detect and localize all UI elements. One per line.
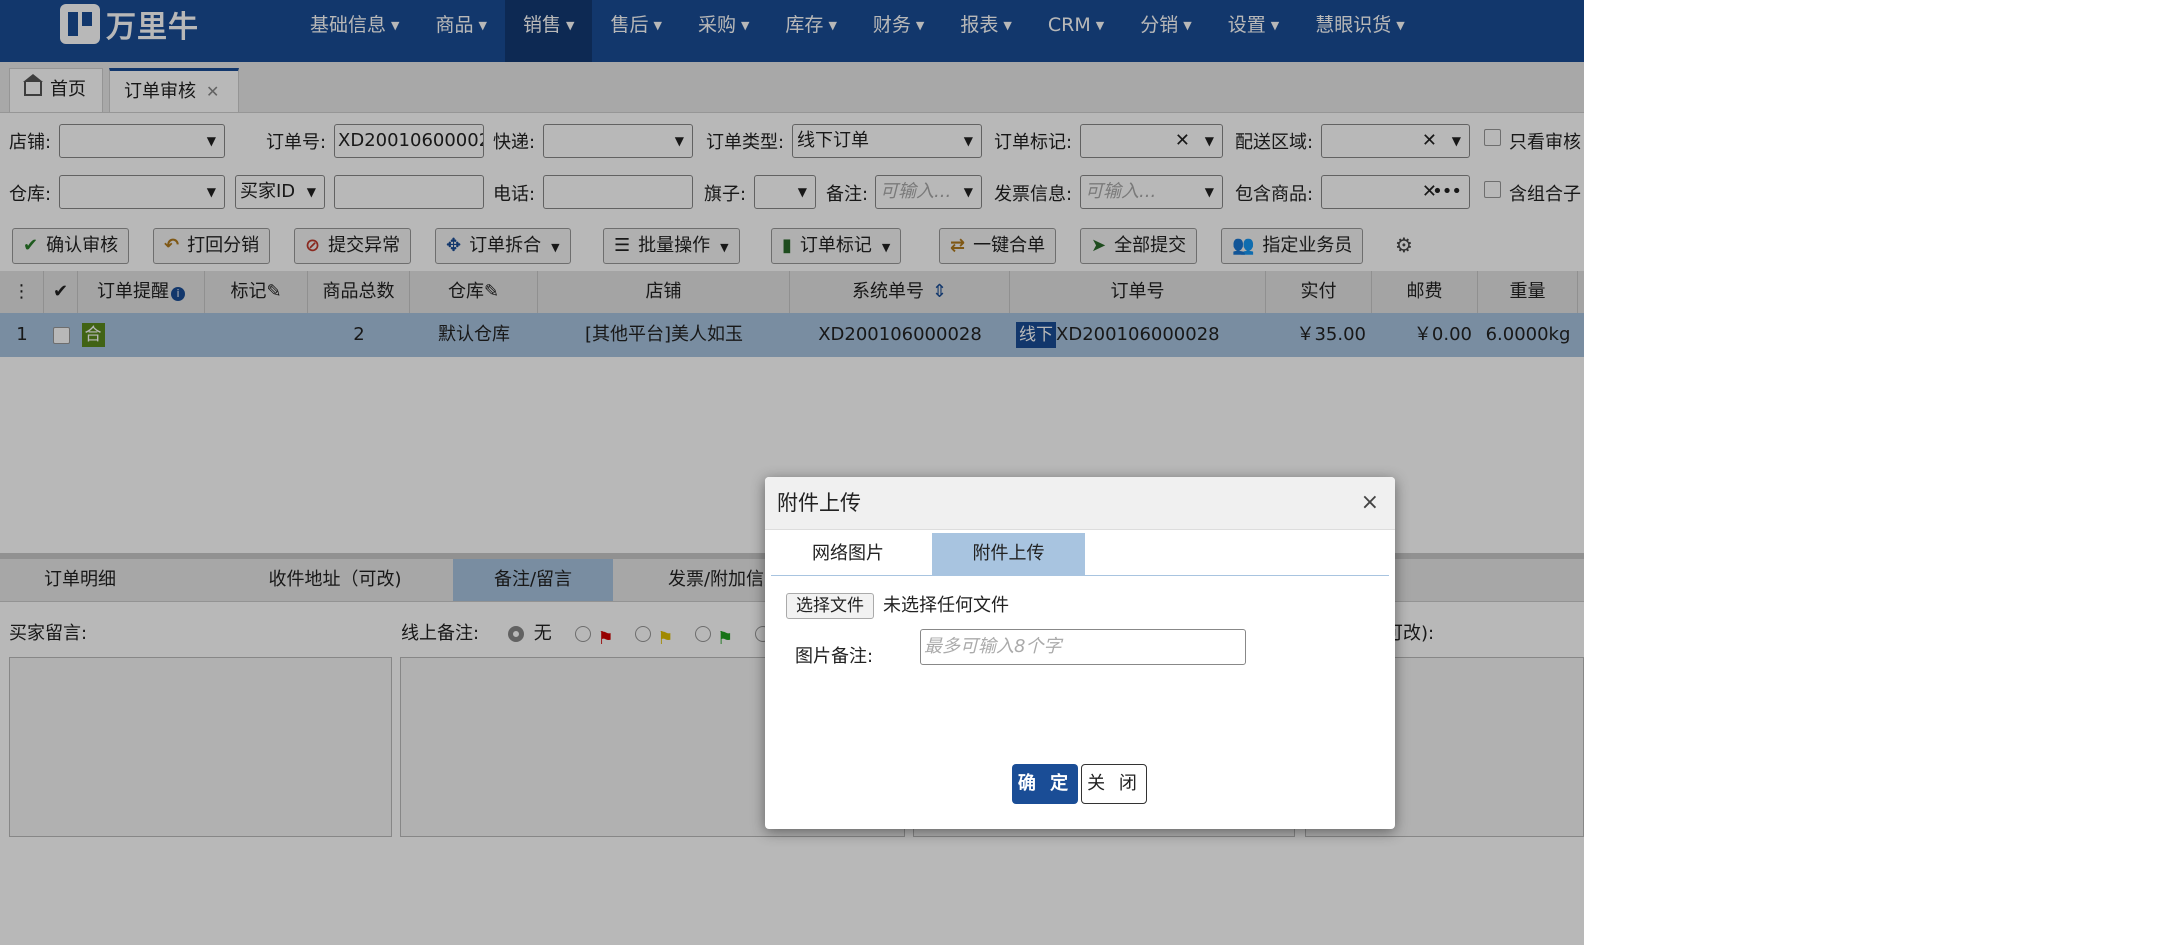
close-button[interactable]: 关 闭 <box>1081 764 1147 804</box>
tab-network-image[interactable]: 网络图片 <box>771 533 925 575</box>
no-file-text: 未选择任何文件 <box>883 595 1009 616</box>
tab-attachment-upload[interactable]: 附件上传 <box>932 533 1085 575</box>
dialog-title: 附件上传 <box>777 491 861 515</box>
image-remark-label: 图片备注: <box>795 646 874 667</box>
close-icon[interactable]: × <box>1361 477 1379 529</box>
choose-file-button[interactable]: 选择文件 <box>786 593 874 619</box>
dialog-header: 附件上传 × <box>765 477 1395 530</box>
image-remark-input[interactable]: 最多可输入8个字 <box>920 629 1246 665</box>
attachment-upload-dialog: 附件上传 × 网络图片 附件上传 选择文件 未选择任何文件 图片备注: 最多可输… <box>765 477 1395 829</box>
dialog-tabs: 网络图片 附件上传 <box>771 533 1389 576</box>
app-root: 万里牛 基础信息 ▼ 商品 ▼ 销售 ▼ 售后 ▼ 采购 ▼ 库存 ▼ 财务 ▼ 报表 ▼ CR… <box>0 0 1584 945</box>
confirm-button[interactable]: 确 定 <box>1012 764 1078 804</box>
